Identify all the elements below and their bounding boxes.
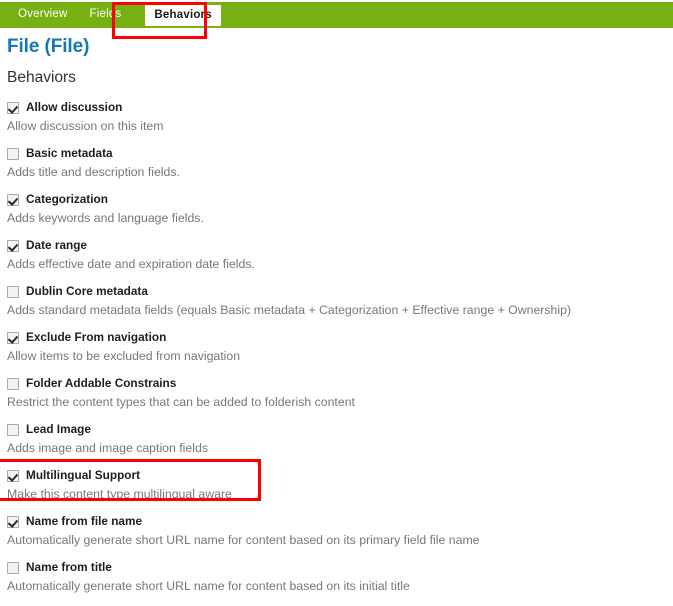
behavior-description-basic-metadata: Adds title and description fields. <box>7 165 180 179</box>
page-title: File (File) <box>7 36 90 57</box>
section-heading: Behaviors <box>7 69 76 86</box>
behavior-label-name-from-title[interactable]: Name from title <box>26 561 112 574</box>
behavior-description-name-from-title: Automatically generate short URL name fo… <box>7 579 410 593</box>
behavior-head: Basic metadata <box>7 146 673 161</box>
behavior-description-multilingual-support: Make this content type multilingual awar… <box>7 487 232 501</box>
checkbox-name-from-file-name[interactable] <box>7 515 19 528</box>
behavior-description-categorization: Adds keywords and language fields. <box>7 211 204 225</box>
behavior-description-lead-image: Adds image and image caption fields <box>7 441 208 455</box>
behavior-head: Allow discussion <box>7 100 673 115</box>
behavior-head: Name from title <box>7 560 673 575</box>
behavior-label-dublin-core-metadata[interactable]: Dublin Core metadata <box>26 285 148 298</box>
behavior-label-name-from-file-name[interactable]: Name from file name <box>26 515 142 528</box>
checkbox-allow-discussion[interactable] <box>7 101 19 114</box>
behavior-description-dublin-core-metadata: Adds standard metadata fields (equals Ba… <box>7 303 572 317</box>
behavior-description-folder-addable-constrains: Restrict the content types that can be a… <box>7 395 355 409</box>
behavior-row-categorization: Categorization Adds keywords and language… <box>0 192 673 238</box>
behavior-row-allow-discussion: Allow discussion Allow discussion on this… <box>0 100 673 146</box>
behavior-label-exclude-from-navigation[interactable]: Exclude From navigation <box>26 331 166 344</box>
behavior-row-name-from-title: Name from title Automatically generate sh… <box>0 560 673 606</box>
behavior-description-allow-discussion: Allow discussion on this item <box>7 119 164 133</box>
behavior-head: Folder Addable Constrains <box>7 376 673 391</box>
behavior-label-lead-image[interactable]: Lead Image <box>26 423 91 436</box>
behaviors-list: Allow discussion Allow discussion on this… <box>0 100 673 606</box>
behavior-label-categorization[interactable]: Categorization <box>26 193 108 206</box>
behavior-head: Lead Image <box>7 422 673 437</box>
checkbox-dublin-core-metadata[interactable] <box>7 285 19 298</box>
behavior-row-date-range: Date range Adds effective date and expira… <box>0 238 673 284</box>
behavior-row-dublin-core-metadata: Dublin Core metadata Adds standard metada… <box>0 284 673 330</box>
behavior-row-basic-metadata: Basic metadata Adds title and description… <box>0 146 673 192</box>
checkbox-exclude-from-navigation[interactable] <box>7 331 19 344</box>
behavior-row-lead-image: Lead Image Adds image and image caption f… <box>0 422 673 468</box>
checkbox-multilingual-support[interactable] <box>7 469 19 482</box>
checkbox-date-range[interactable] <box>7 239 19 252</box>
checkbox-folder-addable-constrains[interactable] <box>7 377 19 390</box>
behavior-head: Dublin Core metadata <box>7 284 673 299</box>
behavior-description-name-from-file-name: Automatically generate short URL name fo… <box>7 533 480 547</box>
behavior-row-folder-addable-constrains: Folder Addable Constrains Restrict the co… <box>0 376 673 422</box>
behavior-label-multilingual-support[interactable]: Multilingual Support <box>26 469 140 482</box>
behavior-row-name-from-file-name: Name from file name Automatically generat… <box>0 514 673 560</box>
behavior-head: Multilingual Support <box>7 468 673 483</box>
behavior-head: Date range <box>7 238 673 253</box>
behavior-head: Exclude From navigation <box>7 330 673 345</box>
behavior-row-exclude-from-navigation: Exclude From navigation Allow items to be… <box>0 330 673 376</box>
behavior-description-exclude-from-navigation: Allow items to be excluded from navigati… <box>7 349 241 363</box>
checkbox-basic-metadata[interactable] <box>7 147 19 160</box>
behavior-head: Categorization <box>7 192 673 207</box>
behavior-description-date-range: Adds effective date and expiration date … <box>7 257 255 271</box>
checkbox-lead-image[interactable] <box>7 423 19 436</box>
tab-overview[interactable]: Overview <box>18 8 68 29</box>
behavior-label-folder-addable-constrains[interactable]: Folder Addable Constrains <box>26 377 176 390</box>
tab-fields[interactable]: Fields <box>90 8 122 29</box>
tab-behaviors[interactable]: Behaviors <box>145 4 221 26</box>
checkbox-name-from-title[interactable] <box>7 561 19 574</box>
behavior-label-basic-metadata[interactable]: Basic metadata <box>26 147 113 160</box>
checkbox-categorization[interactable] <box>7 193 19 206</box>
behavior-label-date-range[interactable]: Date range <box>26 239 87 252</box>
primary-tab-bar: Overview Fields Behaviors <box>0 2 673 28</box>
behavior-label-allow-discussion[interactable]: Allow discussion <box>26 101 122 114</box>
behavior-row-multilingual-support: Multilingual Support Make this content ty… <box>0 468 673 514</box>
behavior-head: Name from file name <box>7 514 673 529</box>
